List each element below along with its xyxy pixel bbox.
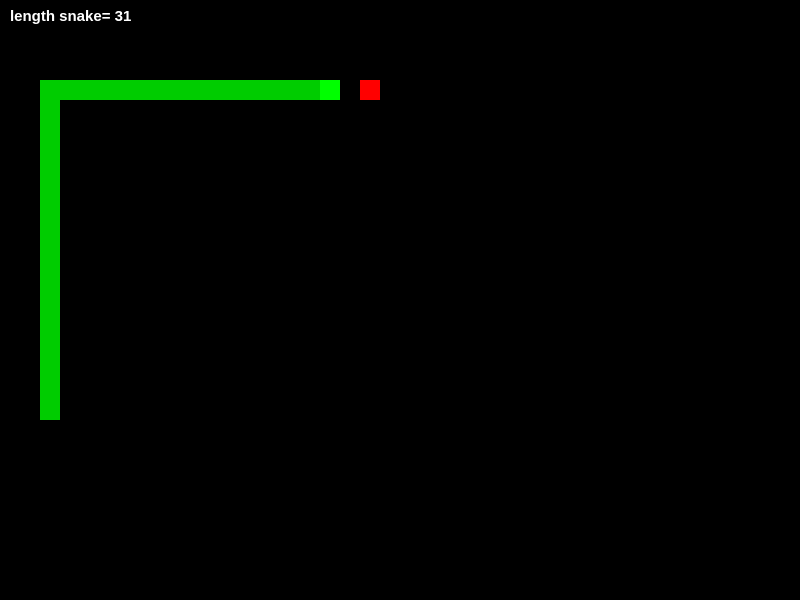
snake-body-segment [200, 80, 220, 100]
snake-body-segment [60, 80, 80, 100]
snake-body-segment [300, 80, 320, 100]
snake-body-segment [40, 300, 60, 320]
snake-body-segment [40, 180, 60, 200]
snake-body-segment [180, 80, 200, 100]
game-screen: length snake= 31 [0, 0, 800, 600]
food-item [360, 80, 380, 100]
snake-body-segment [40, 220, 60, 240]
snake-body-segment [240, 80, 260, 100]
snake-body-segment [260, 80, 280, 100]
snake-body-segment [40, 400, 60, 420]
snake-head [320, 80, 340, 100]
snake-body-segment [40, 140, 60, 160]
snake-body-segment [100, 80, 120, 100]
snake-body-segment [40, 320, 60, 340]
snake-body-segment [40, 120, 60, 140]
snake-body-segment [40, 260, 60, 280]
snake-length-label: length snake= 31 [10, 8, 131, 26]
snake-body-segment [40, 340, 60, 360]
snake-body-segment [140, 80, 160, 100]
snake-body-segment [40, 360, 60, 380]
snake-body-segment [40, 80, 60, 100]
snake-body-segment [40, 200, 60, 220]
snake-body-segment [40, 100, 60, 120]
snake-length-value: 31 [114, 8, 132, 25]
game-board [0, 0, 800, 600]
score-prefix: length snake= [10, 8, 111, 25]
snake-body-segment [160, 80, 180, 100]
snake-body-segment [40, 240, 60, 260]
snake-body-segment [220, 80, 240, 100]
snake-body-segment [120, 80, 140, 100]
snake-body-segment [40, 160, 60, 180]
snake-body-segment [280, 80, 300, 100]
snake-body-segment [40, 380, 60, 400]
snake-body-segment [40, 280, 60, 300]
snake-body-segment [80, 80, 100, 100]
